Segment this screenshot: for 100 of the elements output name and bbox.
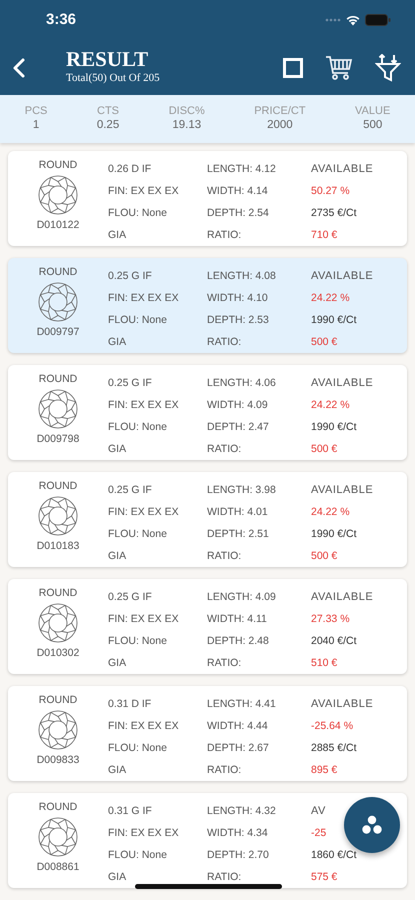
depth-text: DEPTH: 2.54 — [207, 206, 269, 221]
shape-label: ROUND — [38, 372, 78, 386]
fluorescence-text: FLOU: None — [108, 634, 167, 649]
ratio-text: RATIO: — [207, 763, 242, 778]
wifi-icon — [345, 14, 361, 26]
summary-value: 500 — [363, 118, 382, 134]
depth-text: DEPTH: 2.48 — [207, 634, 269, 649]
fluorescence-text: FLOU: None — [108, 848, 167, 863]
discount-text: 24.22 % — [311, 505, 350, 520]
grade-text: 0.31 G IF — [108, 804, 152, 819]
summary-label: VALUE — [355, 104, 390, 118]
finish-text: FIN: EX EX EX — [108, 291, 179, 306]
stone-id: D010122 — [36, 218, 80, 232]
summary-label: DISC% — [168, 104, 205, 118]
cart-icon — [325, 54, 353, 80]
depth-text: DEPTH: 2.67 — [207, 741, 269, 756]
lab-text: GIA — [108, 549, 126, 564]
fluorescence-text: FLOU: None — [108, 313, 167, 328]
stone-card[interactable]: ROUND D008861 0.31 G IF FIN: EX EX EX FLOU: None GIA LENGTH: 4.32 WIDTH: 4.34 DEPTH: 2.70 RATIO: AV -25 1860 €/Ct 575 € — [8, 793, 407, 888]
page-title: RESULT — [66, 49, 150, 70]
stone-card[interactable]: ROUND D010302 0.25 G IF FIN: EX EX EX FLOU: None GIA LENGTH: 4.09 WIDTH: 4.11 DEPTH: 2.48 RATIO: AVAILABLE 27.33 % 2040 €/Ct 510 € — [8, 579, 407, 674]
width-text: WIDTH: 4.11 — [207, 612, 267, 627]
checkbox-icon — [283, 58, 303, 78]
total-value: 710 € — [311, 228, 338, 243]
stone-card[interactable]: ROUND D009797 0.25 G IF FIN: EX EX EX FLOU: None GIA LENGTH: 4.08 WIDTH: 4.10 DEPTH: 2.53 RATIO: AVAILABLE 24.22 % 1990 €/Ct 500 € — [8, 258, 407, 353]
shape-label: ROUND — [38, 586, 78, 600]
discount-text: 50.27 % — [311, 184, 350, 199]
total-value: 575 € — [311, 870, 338, 885]
length-text: LENGTH: 3.98 — [207, 483, 276, 498]
grade-text: 0.26 D IF — [108, 162, 152, 177]
summary-value: 19.13 — [172, 118, 202, 134]
summary-label: PRICE/CT — [254, 104, 306, 118]
ratio-text: RATIO: — [207, 442, 242, 457]
length-text: LENGTH: 4.12 — [207, 162, 276, 177]
filter-icon — [375, 54, 401, 82]
total-value: 510 € — [311, 656, 338, 671]
lab-text: GIA — [108, 763, 126, 778]
discount-text: 24.22 % — [311, 291, 350, 306]
diamond-icon — [38, 175, 78, 215]
diamond-icon — [38, 496, 78, 536]
price-per-carat: 1860 €/Ct — [311, 848, 357, 863]
discount-text: 27.33 % — [311, 612, 350, 627]
depth-text: DEPTH: 2.70 — [207, 848, 269, 863]
width-text: WIDTH: 4.34 — [207, 826, 268, 841]
discount-text: -25.64 % — [311, 719, 354, 734]
stone-id: D010183 — [36, 539, 80, 553]
signal-icon — [325, 18, 341, 22]
grade-text: 0.25 G IF — [108, 483, 152, 498]
shape-label: ROUND — [38, 800, 78, 814]
lab-text: GIA — [108, 656, 126, 671]
finish-text: FIN: EX EX EX — [108, 505, 179, 520]
finish-text: FIN: EX EX EX — [108, 184, 179, 199]
stone-id: D010302 — [36, 646, 80, 660]
diamond-icon — [38, 389, 78, 429]
total-value: 500 € — [311, 335, 338, 350]
grade-text: 0.25 G IF — [108, 376, 152, 391]
total-value: 500 € — [311, 549, 338, 564]
fluorescence-text: FLOU: None — [108, 741, 167, 756]
diamond-icon — [38, 282, 78, 322]
summary-value: 2000 — [267, 118, 293, 134]
diamond-icon — [38, 603, 78, 643]
back-button[interactable] — [12, 56, 26, 78]
filter-button[interactable] — [375, 54, 401, 82]
stone-card[interactable]: ROUND D009798 0.25 G IF FIN: EX EX EX FLOU: None GIA LENGTH: 4.06 WIDTH: 4.09 DEPTH: 2.47 RATIO: AVAILABLE 24.22 % 1990 €/Ct 500 € — [8, 365, 407, 460]
grade-text: 0.31 D IF — [108, 697, 152, 712]
status-text: AVAILABLE — [311, 162, 374, 177]
stone-card[interactable]: ROUND D010122 0.26 D IF FIN: EX EX EX FLOU: None GIA LENGTH: 4.12 WIDTH: 4.14 DEPTH: 2.54 RATIO: AVAILABLE 50.27 % 2735 €/Ct 710 € — [8, 151, 407, 246]
length-text: LENGTH: 4.09 — [207, 590, 276, 605]
status-text: AVAILABLE — [311, 590, 374, 605]
fluorescence-text: FLOU: None — [108, 206, 167, 221]
finish-text: FIN: EX EX EX — [108, 612, 179, 627]
depth-text: DEPTH: 2.47 — [207, 420, 269, 435]
stone-card[interactable]: ROUND D010183 0.25 G IF FIN: EX EX EX FLOU: None GIA LENGTH: 3.98 WIDTH: 4.01 DEPTH: 2.51 RATIO: AVAILABLE 24.22 % 1990 €/Ct 500 € — [8, 472, 407, 567]
stone-card[interactable]: ROUND D009833 0.31 D IF FIN: EX EX EX FLOU: None GIA LENGTH: 4.41 WIDTH: 4.44 DEPTH: 2.67 RATIO: AVAILABLE -25.64 % 2885 €/Ct 895 € — [8, 686, 407, 781]
lab-text: GIA — [108, 870, 126, 885]
shape-label: ROUND — [38, 693, 78, 707]
ratio-text: RATIO: — [207, 870, 242, 885]
grade-text: 0.25 G IF — [108, 269, 152, 284]
status-text: AVAILABLE — [311, 697, 374, 712]
stone-id: D009798 — [36, 432, 80, 446]
length-text: LENGTH: 4.32 — [207, 804, 276, 819]
depth-text: DEPTH: 2.53 — [207, 313, 269, 328]
price-per-carat: 2885 €/Ct — [311, 741, 357, 756]
price-per-carat: 1990 €/Ct — [311, 527, 357, 542]
lab-text: GIA — [108, 335, 126, 350]
select-all-button[interactable] — [283, 58, 303, 78]
diamond-icon — [38, 817, 78, 857]
grade-text: 0.25 G IF — [108, 590, 152, 605]
summary-value: 1 — [32, 118, 40, 134]
width-text: WIDTH: 4.44 — [207, 719, 268, 734]
width-text: WIDTH: 4.01 — [207, 505, 268, 520]
width-text: WIDTH: 4.14 — [207, 184, 268, 199]
finish-text: FIN: EX EX EX — [108, 719, 179, 734]
discount-text: -25 — [311, 826, 326, 841]
price-per-carat: 2040 €/Ct — [311, 634, 357, 649]
stone-id: D009833 — [36, 753, 80, 767]
ratio-text: RATIO: — [207, 656, 242, 671]
width-text: WIDTH: 4.10 — [207, 291, 268, 306]
three-dots-icon — [361, 815, 383, 835]
cart-button[interactable] — [325, 54, 353, 80]
